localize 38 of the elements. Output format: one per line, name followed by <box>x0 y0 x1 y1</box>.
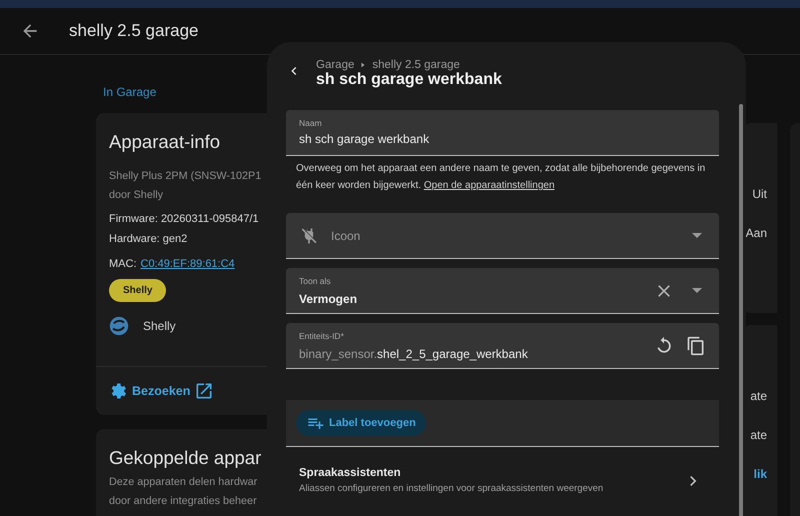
plug-off-icon <box>299 226 319 246</box>
dropdown-caret-icon <box>692 233 702 238</box>
visit-link[interactable]: Bezoeken <box>108 381 214 401</box>
action-link[interactable]: lik <box>754 467 767 481</box>
manufacturer: door Shelly <box>109 188 164 203</box>
card-title: Apparaat-info <box>109 131 220 153</box>
voice-assistants-row[interactable]: Spraakassistenten Aliassen configureren en instellingen voor spraakassistenten weergeven <box>286 447 719 494</box>
integration-logo-icon <box>109 316 129 336</box>
dropdown-caret-icon <box>692 288 702 293</box>
card-description: Deze apparaten delen hardwar <box>109 475 258 490</box>
helper-text: Overweeg om het apparaat een andere naam te geven, zodat alle bijbehorende gegevens in één keer worden bijgewerkt. Open de apparaatinstellingen <box>296 162 706 193</box>
firmware-version: Firmware: 20260311-095847/1 <box>109 213 259 225</box>
entity-id-input-field[interactable]: Entiteits-ID* binary_sensor.shel_2_5_garage_werkbank <box>286 323 719 369</box>
display-as-select-field[interactable]: Toon als Vermogen <box>286 268 719 314</box>
page-title: shelly 2.5 garage <box>69 21 198 41</box>
breadcrumb-separator-icon <box>359 61 368 69</box>
state-text: Aan <box>746 226 767 240</box>
device-model: Shelly Plus 2PM (SNSW-102P1 <box>109 169 262 184</box>
state-text: Uit <box>752 187 767 201</box>
breadcrumb-item: Garage <box>316 59 354 71</box>
card-description: door andere integraties beheer <box>109 494 257 509</box>
external-link-icon <box>194 381 214 401</box>
state-text: ate <box>750 428 767 442</box>
name-input-field[interactable]: Naam sh sch garage werkbank <box>286 110 719 156</box>
add-label-button[interactable]: Label toevoegen <box>296 410 426 436</box>
icon-select-field[interactable]: Icoon <box>286 213 719 259</box>
dialog-title: sh sch garage werkbank <box>316 71 502 89</box>
mac-link[interactable]: C0:49:EF:89:61:C4 <box>140 258 235 270</box>
state-text: ate <box>750 389 767 403</box>
mac-label: MAC: <box>109 258 136 270</box>
hardware-version: Hardware: gen2 <box>109 233 188 245</box>
copy-icon[interactable] <box>686 336 706 356</box>
scrollbar[interactable] <box>739 104 743 516</box>
card-title: Gekoppelde appar <box>109 447 262 469</box>
brand-chip[interactable]: Shelly <box>109 279 166 302</box>
integration-name: Shelly <box>143 319 176 333</box>
breadcrumb-item: shelly 2.5 garage <box>372 59 460 71</box>
device-settings-link[interactable]: Open de apparaatinstellingen <box>424 180 555 191</box>
